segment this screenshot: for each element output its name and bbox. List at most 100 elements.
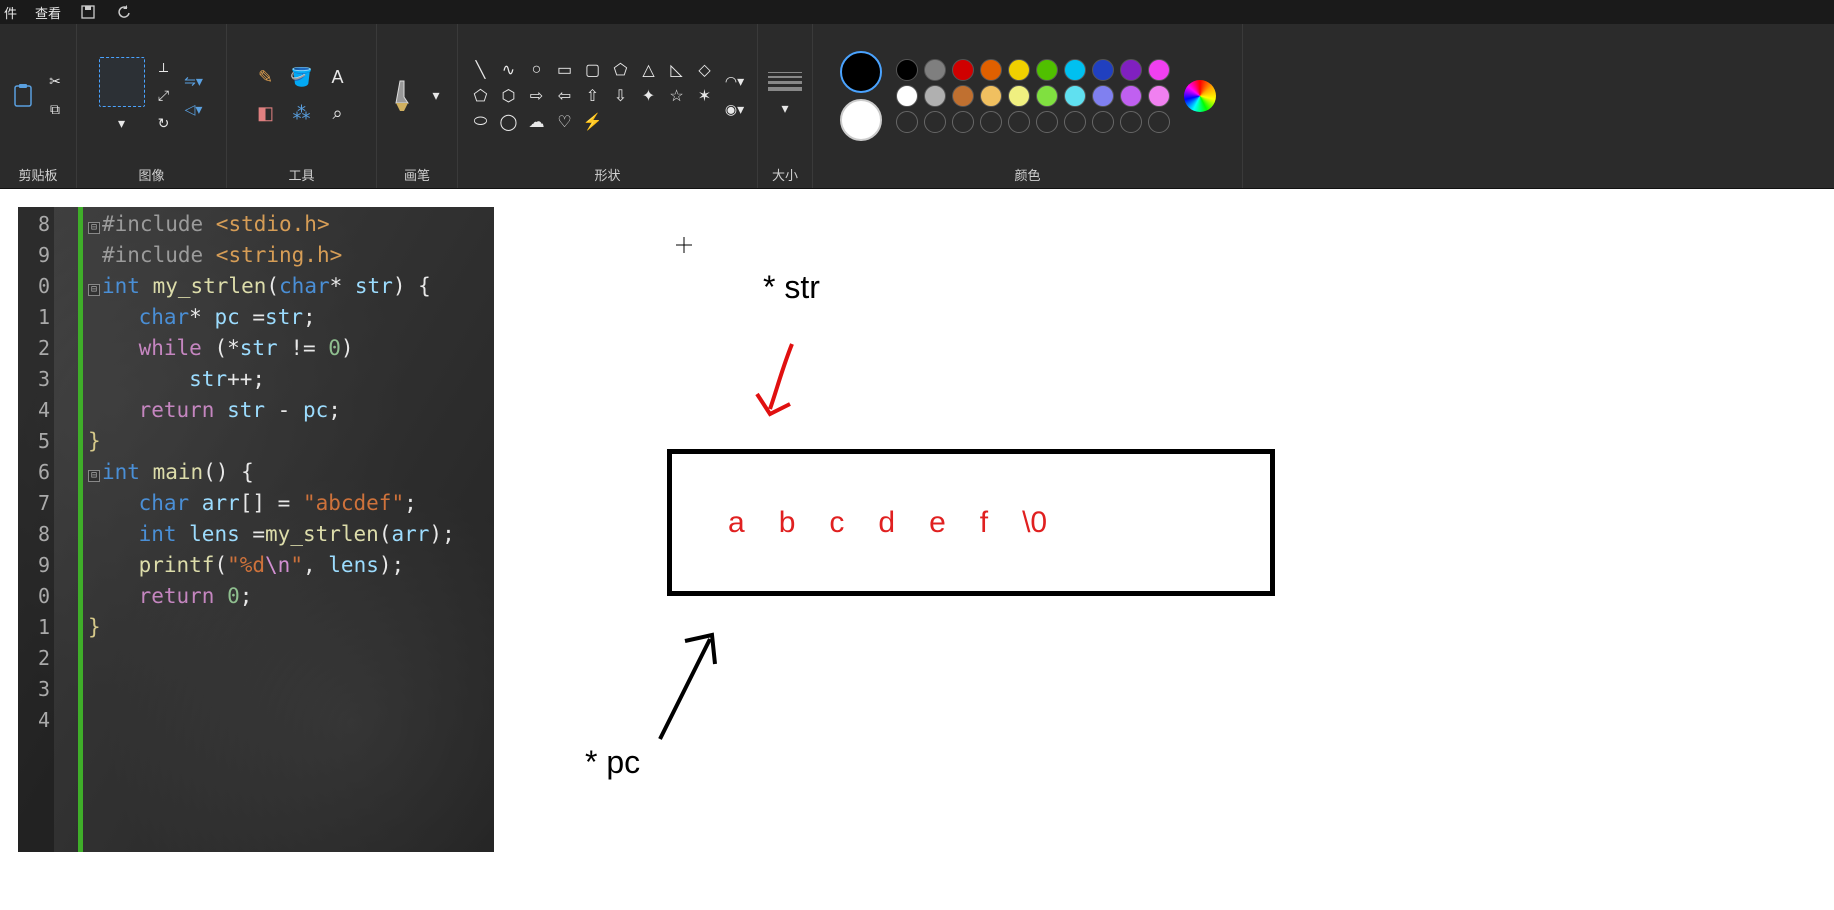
array-char: b [779,506,796,540]
color-swatch[interactable] [1120,59,1142,81]
array-char: a [728,506,745,540]
color-swatch-empty[interactable] [1120,111,1142,133]
color-swatch-empty[interactable] [924,111,946,133]
eyedropper-icon[interactable]: ⁂ [289,101,315,127]
color-secondary[interactable] [840,99,882,141]
pencil-icon[interactable]: ✎ [253,65,279,91]
copy-icon[interactable]: ⧉ [44,99,66,121]
tools-label: 工具 [288,165,314,184]
shape-arrow-l-icon[interactable]: ⇦ [554,85,576,107]
shape-callout-rd-icon[interactable]: ⬭ [470,111,492,133]
red-arrow-drawn [752,339,812,429]
color-swatch-empty[interactable] [1008,111,1030,133]
shape-arrow-d-icon[interactable]: ⇩ [610,85,632,107]
save-icon[interactable] [79,3,97,21]
shape-arrow-r-icon[interactable]: ⇨ [526,85,548,107]
color-swatch[interactable] [924,85,946,107]
color-swatch[interactable] [1148,59,1170,81]
group-size: ▾ 大小 [758,24,813,188]
brush-dropdown-icon[interactable]: ▾ [425,85,447,107]
fill-icon[interactable]: 🪣 [289,65,315,91]
color-swatch[interactable] [1036,85,1058,107]
shape-roundrect-icon[interactable]: ▢ [582,59,604,81]
shapes-label: 形状 [594,165,620,184]
color-primary[interactable] [840,51,882,93]
color-swatch[interactable] [1008,59,1030,81]
color-swatch[interactable] [1036,59,1058,81]
color-picker-icon[interactable] [1184,80,1216,112]
size-tool[interactable] [768,72,802,91]
color-swatch[interactable] [1064,85,1086,107]
resize-icon[interactable]: ⤢ [153,85,175,107]
size-dropdown-icon[interactable]: ▾ [774,97,796,119]
line-numbers: 8 9 0 1 2 3 4 5 6 7 8 9 0 1 2 3 4 [18,207,54,852]
text-icon[interactable]: A [325,65,351,91]
color-swatch-empty[interactable] [980,111,1002,133]
chevron-down-icon[interactable]: ▾ [111,113,133,135]
color-swatch-empty[interactable] [952,111,974,133]
color-swatch[interactable] [952,85,974,107]
color-swatch[interactable] [1064,59,1086,81]
color-swatch-empty[interactable] [1148,111,1170,133]
shape-polygon-icon[interactable]: ⬠ [610,59,632,81]
menu-file-tail[interactable]: 件 [4,3,17,22]
shape-rtriangle-icon[interactable]: ◺ [666,59,688,81]
color-swatch[interactable] [1008,85,1030,107]
array-box: abcdef\0 [667,449,1275,596]
shape-curve-icon[interactable]: ∿ [498,59,520,81]
crop-icon[interactable]: ⟂ [153,57,175,79]
color-swatch[interactable] [1148,85,1170,107]
color-swatch-empty[interactable] [1036,111,1058,133]
flip-icon[interactable]: ⇋▾ [183,71,205,93]
color-swatch[interactable] [1092,85,1114,107]
shape-fill-icon[interactable]: ◉▾ [724,99,746,121]
color-swatch[interactable] [924,59,946,81]
shape-arrow-u-icon[interactable]: ⇧ [582,85,604,107]
shape-oval-icon[interactable]: ○ [526,59,548,81]
color-swatch-empty[interactable] [1064,111,1086,133]
shape-triangle-icon[interactable]: △ [638,59,660,81]
shape-callout-ov-icon[interactable]: ◯ [498,111,520,133]
undo-icon[interactable] [115,3,133,21]
rotate-icon[interactable]: ↻ [153,113,175,135]
eraser-icon[interactable]: ◧ [253,101,279,127]
black-arrow-drawn [640,619,740,749]
select-tool[interactable] [99,57,145,107]
skew-icon[interactable]: ◁▾ [183,99,205,121]
shape-5star-icon[interactable]: ☆ [666,85,688,107]
shape-6star-icon[interactable]: ✶ [694,85,716,107]
shape-outline-icon[interactable]: ◠▾ [724,71,746,93]
shape-heart-icon[interactable]: ♡ [554,111,576,133]
pasted-code-image[interactable]: 8 9 0 1 2 3 4 5 6 7 8 9 0 1 2 3 4 ⊟#incl… [18,207,494,852]
array-char: c [829,506,844,540]
group-colors: 颜色 [813,24,1243,188]
group-clipboard: ✂ ⧉ 剪贴板 [0,24,77,188]
shape-hexagon-icon[interactable]: ⬡ [498,85,520,107]
shape-line-icon[interactable]: ╲ [470,59,492,81]
color-swatch[interactable] [896,59,918,81]
shape-rect-icon[interactable]: ▭ [554,59,576,81]
brush-tool[interactable] [387,74,417,118]
color-swatch[interactable] [952,59,974,81]
color-swatch[interactable] [980,59,1002,81]
color-swatch[interactable] [1092,59,1114,81]
color-swatch[interactable] [896,85,918,107]
array-char: e [929,506,946,540]
shape-diamond-icon[interactable]: ◇ [694,59,716,81]
paste-icon[interactable] [10,83,36,109]
shape-4star-icon[interactable]: ✦ [638,85,660,107]
code-text: ⊟#include <stdio.h> #include <string.h>⊟… [54,207,455,852]
canvas[interactable]: 8 9 0 1 2 3 4 5 6 7 8 9 0 1 2 3 4 ⊟#incl… [0,189,1834,910]
zoom-icon[interactable]: ⌕ [325,101,351,127]
color-swatch[interactable] [1120,85,1142,107]
cut-icon[interactable]: ✂ [44,71,66,93]
shape-lightning-icon[interactable]: ⚡ [582,111,604,133]
group-brush: ▾ 画笔 [377,24,458,188]
crosshair-cursor-icon [676,237,692,253]
shape-callout-cl-icon[interactable]: ☁ [526,111,548,133]
menu-view[interactable]: 查看 [35,3,61,22]
color-swatch-empty[interactable] [896,111,918,133]
shape-pentagon-icon[interactable]: ⬠ [470,85,492,107]
color-swatch-empty[interactable] [1092,111,1114,133]
color-swatch[interactable] [980,85,1002,107]
